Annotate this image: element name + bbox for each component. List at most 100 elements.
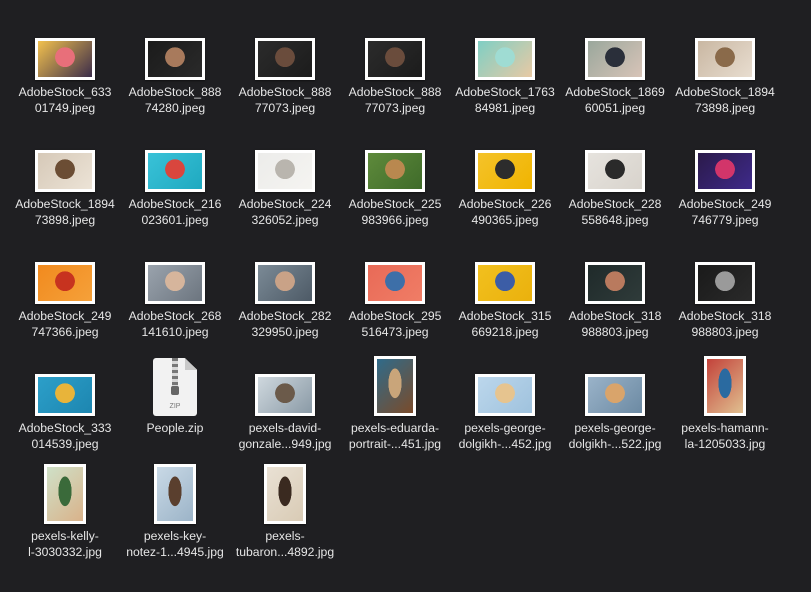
file-item[interactable]: AdobeStock_295 516473.jpeg	[340, 240, 450, 352]
image-thumbnail[interactable]	[365, 262, 425, 304]
file-item[interactable]: AdobeStock_1763 84981.jpeg	[450, 16, 560, 128]
image-thumbnail[interactable]	[154, 464, 196, 524]
file-item[interactable]: pexels-hamann-la-1205033.jpg	[670, 352, 780, 464]
image-thumbnail[interactable]	[255, 262, 315, 304]
file-thumbnail-area	[230, 16, 340, 80]
photo-preview	[588, 41, 642, 77]
file-item[interactable]: AdobeStock_315 669218.jpeg	[450, 240, 560, 352]
file-thumbnail-area	[560, 16, 670, 80]
file-name-line-1: AdobeStock_1894	[15, 197, 115, 211]
file-thumbnail-area	[450, 128, 560, 192]
file-item[interactable]: pexels-david-gonzale...949.jpg	[230, 352, 340, 464]
image-thumbnail[interactable]	[255, 150, 315, 192]
file-item[interactable]: AdobeStock_226 490365.jpeg	[450, 128, 560, 240]
photo-preview	[368, 41, 422, 77]
file-item[interactable]: AdobeStock_1894 73898.jpeg	[10, 128, 120, 240]
file-item[interactable]: AdobeStock_318 988803.jpeg	[560, 240, 670, 352]
image-thumbnail[interactable]	[585, 374, 645, 416]
file-thumbnail-area	[230, 460, 340, 524]
file-item[interactable]: ZIP People.zip	[120, 352, 230, 464]
image-thumbnail[interactable]	[264, 464, 306, 524]
file-thumbnail-area	[10, 460, 120, 524]
file-name-line-2: 023601.jpeg	[141, 213, 209, 227]
file-item[interactable]: pexels-george-dolgikh-...452.jpg	[450, 352, 560, 464]
image-thumbnail[interactable]	[44, 464, 86, 524]
image-thumbnail[interactable]	[35, 38, 95, 80]
file-name-line-2: 014539.jpeg	[31, 437, 99, 451]
image-thumbnail[interactable]	[475, 38, 535, 80]
image-thumbnail[interactable]	[255, 374, 315, 416]
photo-preview	[368, 265, 422, 301]
file-item[interactable]: AdobeStock_888 74280.jpeg	[120, 16, 230, 128]
image-thumbnail[interactable]	[35, 262, 95, 304]
file-name-label: AdobeStock_249 746779.jpeg	[666, 196, 784, 228]
image-thumbnail[interactable]	[374, 356, 416, 416]
file-name-line-2: 669218.jpeg	[471, 325, 539, 339]
file-name-label: AdobeStock_249 747366.jpeg	[6, 308, 124, 340]
image-thumbnail[interactable]	[35, 150, 95, 192]
zip-file-icon[interactable]: ZIP	[153, 358, 197, 416]
file-name-label: AdobeStock_282 329950.jpeg	[226, 308, 344, 340]
file-item[interactable]: AdobeStock_282 329950.jpeg	[230, 240, 340, 352]
file-item[interactable]: pexels-tubaron...4892.jpg	[230, 460, 340, 572]
file-item[interactable]: AdobeStock_1894 73898.jpeg	[670, 16, 780, 128]
image-thumbnail[interactable]	[255, 38, 315, 80]
image-thumbnail[interactable]	[695, 262, 755, 304]
file-name-line-1: AdobeStock_333	[18, 421, 112, 435]
file-item[interactable]: AdobeStock_1869 60051.jpeg	[560, 16, 670, 128]
file-name-label: AdobeStock_1763 84981.jpeg	[446, 84, 564, 116]
image-thumbnail[interactable]	[585, 262, 645, 304]
file-item[interactable]: AdobeStock_224 326052.jpeg	[230, 128, 340, 240]
image-thumbnail[interactable]	[365, 38, 425, 80]
photo-preview	[698, 265, 752, 301]
file-name-line-2: 988803.jpeg	[691, 325, 759, 339]
image-thumbnail[interactable]	[365, 150, 425, 192]
image-thumbnail[interactable]	[695, 150, 755, 192]
file-name-line-2: 490365.jpeg	[471, 213, 539, 227]
file-thumbnail-area	[560, 240, 670, 304]
image-thumbnail[interactable]	[145, 150, 205, 192]
file-item[interactable]: AdobeStock_888 77073.jpeg	[340, 16, 450, 128]
file-thumbnail-area	[120, 128, 230, 192]
file-name-label: pexels-hamann-la-1205033.jpg	[666, 420, 784, 452]
photo-preview	[258, 377, 312, 413]
file-item[interactable]: pexels-eduarda-portrait-...451.jpg	[340, 352, 450, 464]
image-thumbnail[interactable]	[475, 150, 535, 192]
image-thumbnail[interactable]	[585, 150, 645, 192]
file-item[interactable]: pexels-george-dolgikh-...522.jpg	[560, 352, 670, 464]
file-item[interactable]: AdobeStock_333 014539.jpeg	[10, 352, 120, 464]
file-item[interactable]: pexels-kelly-l-3030332.jpg	[10, 460, 120, 572]
file-name-line-2: 747366.jpeg	[31, 325, 99, 339]
file-item[interactable]: pexels-key-notez-1...4945.jpg	[120, 460, 230, 572]
file-name-label: pexels-eduarda-portrait-...451.jpg	[336, 420, 454, 452]
file-item[interactable]: AdobeStock_268 141610.jpeg	[120, 240, 230, 352]
image-thumbnail[interactable]	[145, 38, 205, 80]
image-thumbnail[interactable]	[145, 262, 205, 304]
image-thumbnail[interactable]	[695, 38, 755, 80]
file-name-label: pexels-david-gonzale...949.jpg	[226, 420, 344, 452]
file-item[interactable]: AdobeStock_249 747366.jpeg	[10, 240, 120, 352]
photo-preview	[698, 41, 752, 77]
file-name-label: AdobeStock_268 141610.jpeg	[116, 308, 234, 340]
image-thumbnail[interactable]	[475, 262, 535, 304]
file-name-line-1: pexels-key-	[143, 529, 207, 543]
file-item[interactable]: AdobeStock_216 023601.jpeg	[120, 128, 230, 240]
file-name-line-2: 516473.jpeg	[361, 325, 429, 339]
file-thumbnail-area	[120, 240, 230, 304]
file-item[interactable]: AdobeStock_225 983966.jpeg	[340, 128, 450, 240]
file-thumbnail-area	[340, 16, 450, 80]
file-item[interactable]: AdobeStock_228 558648.jpeg	[560, 128, 670, 240]
file-name-label: AdobeStock_318 988803.jpeg	[556, 308, 674, 340]
image-thumbnail[interactable]	[704, 356, 746, 416]
image-thumbnail[interactable]	[585, 38, 645, 80]
file-item[interactable]: AdobeStock_888 77073.jpeg	[230, 16, 340, 128]
file-item[interactable]: AdobeStock_249 746779.jpeg	[670, 128, 780, 240]
file-item[interactable]: AdobeStock_633 01749.jpeg	[10, 16, 120, 128]
image-thumbnail[interactable]	[475, 374, 535, 416]
file-name-line-2: 84981.jpeg	[474, 101, 536, 115]
file-thumbnail-area	[10, 128, 120, 192]
photo-preview	[478, 377, 532, 413]
image-thumbnail[interactable]	[35, 374, 95, 416]
file-item[interactable]: AdobeStock_318 988803.jpeg	[670, 240, 780, 352]
file-name-line-2: 73898.jpeg	[694, 101, 756, 115]
